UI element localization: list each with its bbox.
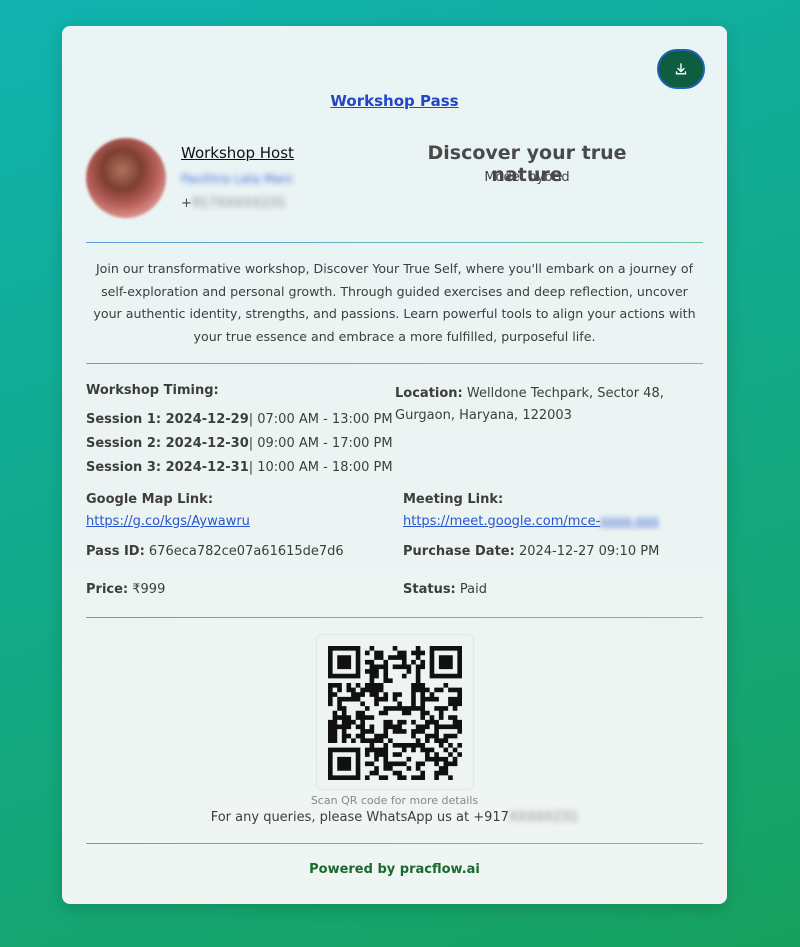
host-name[interactable]: Pavithra Lata Mani: [181, 172, 311, 189]
timing-label: Workshop Timing:: [86, 383, 219, 398]
price: Price: ₹999: [86, 582, 166, 597]
host-label: Workshop Host: [181, 144, 294, 162]
map-label: Google Map Link:: [86, 492, 214, 507]
qr-code-image: [328, 646, 462, 780]
workshop-description: Join our transformative workshop, Discov…: [93, 261, 696, 344]
workshop-mode: Mode: hybrid: [484, 170, 570, 185]
session-1: Session 1: 2024-12-29| 07:00 AM - 13:00 …: [86, 412, 393, 427]
powered-by: Powered by pracflow.ai: [309, 862, 480, 877]
page-title[interactable]: Workshop Pass: [62, 92, 727, 110]
qr-code: [316, 634, 474, 790]
meeting-link[interactable]: https://meet.google.com/mce-xxxx-xxx: [403, 514, 659, 529]
divider: [86, 242, 703, 243]
divider: [86, 363, 703, 364]
host-phone: +917XXXXX231: [181, 196, 287, 211]
download-button[interactable]: [657, 49, 705, 89]
purchase-date: Purchase Date: 2024-12-27 09:10 PM: [403, 544, 660, 559]
workshop-pass-card: Workshop Pass Workshop Host Pavithra Lat…: [62, 26, 727, 904]
meeting-label: Meeting Link:: [403, 492, 504, 507]
session-3: Session 3: 2024-12-31| 10:00 AM - 18:00 …: [86, 460, 393, 475]
pass-id: Pass ID: 676eca782ce07a61615de7d6: [86, 544, 344, 559]
map-link[interactable]: https://g.co/kgs/Aywawru: [86, 514, 250, 529]
host-avatar: [86, 138, 166, 218]
session-2: Session 2: 2024-12-30| 09:00 AM - 17:00 …: [86, 436, 393, 451]
contact-text: For any queries, please WhatsApp us at +…: [210, 810, 579, 825]
divider: [86, 617, 703, 618]
qr-caption: Scan QR code for more details: [310, 794, 479, 807]
location: Location: Welldone Techpark, Sector 48, …: [395, 386, 664, 423]
download-icon: [675, 63, 687, 75]
divider: [86, 843, 703, 844]
status: Status: Paid: [403, 582, 487, 597]
